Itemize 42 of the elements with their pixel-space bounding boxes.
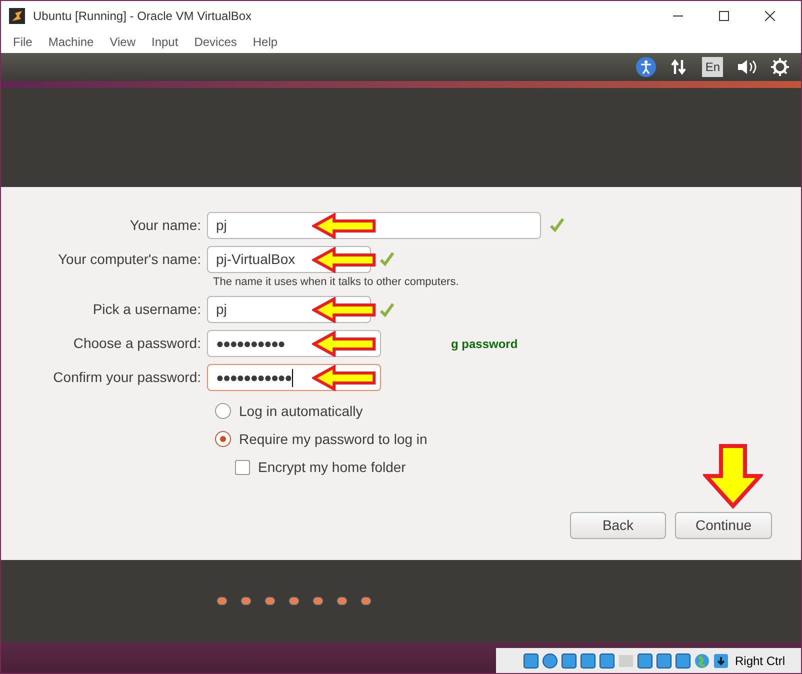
maximize-icon (719, 11, 729, 21)
arrow-annotation (312, 246, 376, 272)
window-title: Ubuntu [Running] - Oracle VM VirtualBox (33, 8, 253, 25)
continue-button[interactable]: Continue (675, 512, 772, 539)
password-strength: g password (451, 336, 518, 352)
check-icon (379, 251, 395, 267)
keyboard-indicator[interactable]: En (702, 57, 723, 77)
menu-item[interactable]: Devices (186, 33, 245, 51)
arrow-annotation (312, 365, 376, 391)
arrow-annotation (312, 331, 376, 357)
menu-item[interactable]: View (102, 33, 144, 51)
field-label: Your name: (128, 216, 202, 234)
settings-icon[interactable] (771, 58, 789, 76)
app-logo-icon (9, 8, 25, 24)
field-hint: The name it uses when it talks to other computers. (213, 275, 460, 290)
field-label: Confirm your password: (52, 368, 202, 387)
radio-label: Log in automatically (239, 402, 363, 421)
back-button[interactable]: Back (570, 512, 666, 539)
radio-button[interactable] (215, 403, 231, 419)
check-icon (379, 302, 395, 318)
volume-icon[interactable] (737, 59, 757, 75)
arrow-annotation (312, 212, 376, 238)
text-field[interactable]: ●●●●●●●●●●● (207, 364, 381, 391)
text-field[interactable]: pj (207, 212, 541, 238)
checkbox[interactable] (235, 460, 250, 474)
radio-label: Require my password to log in (239, 430, 428, 449)
arrow-annotation (703, 443, 763, 509)
host-key-label: Right Ctrl (734, 652, 785, 670)
arrow-annotation (312, 297, 376, 323)
radio-button[interactable] (215, 431, 231, 447)
field-label: Pick a username: (92, 300, 202, 319)
menu-item[interactable]: File (5, 33, 40, 51)
checkbox-label: Encrypt my home folder (258, 458, 406, 477)
check-icon (549, 217, 565, 233)
field-label: Your computer's name: (56, 250, 202, 269)
close-icon (765, 11, 775, 21)
menu-item[interactable]: Help (244, 33, 286, 51)
menu-item[interactable]: Input (144, 33, 186, 51)
text-field[interactable]: ●●●●●●●●●● (207, 330, 381, 357)
menu-item[interactable]: Machine (40, 33, 102, 51)
field-label: Choose a password: (72, 334, 202, 353)
accessibility-icon[interactable] (636, 57, 656, 77)
